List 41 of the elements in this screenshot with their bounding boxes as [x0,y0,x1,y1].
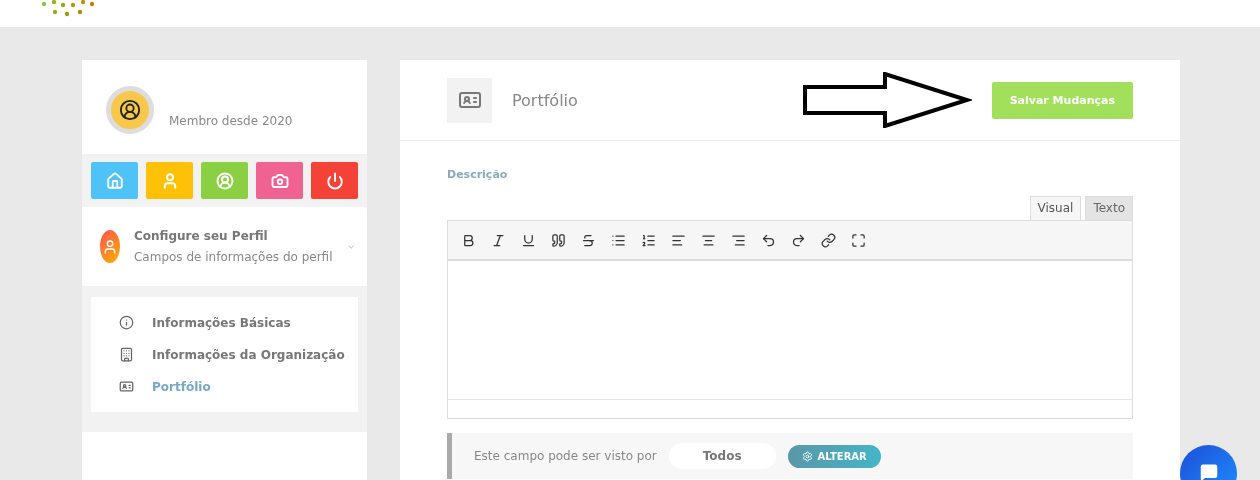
section-title: Configure seu Perfil [134,229,269,243]
logo-icon [40,0,96,17]
align-left-icon[interactable] [670,232,686,248]
editor-tab[interactable]: Texto [1085,196,1133,220]
bullet-list-icon[interactable] [610,232,626,248]
info-icon [119,315,134,330]
nav-link[interactable]: Portfólio [119,379,358,394]
power-button[interactable] [311,162,358,199]
redo-icon[interactable] [790,232,806,248]
page-title: Portfólio [512,90,579,110]
align-right-icon[interactable] [730,232,746,248]
quote-icon[interactable] [550,232,566,248]
home-icon [105,171,124,190]
visibility-text: Este campo pode ser visto por [474,449,657,463]
nav-link[interactable]: Informações da Organização [119,347,358,362]
underline-icon[interactable] [520,232,536,248]
user-icon [102,238,118,255]
camera-icon [270,171,289,190]
user-circle-icon [215,171,234,190]
power-icon [325,171,344,190]
italic-icon[interactable] [490,232,506,248]
user-icon [119,99,141,121]
gear-icon [801,450,813,462]
id-card-icon [119,379,134,394]
nav-link[interactable]: Informações Básicas [119,315,358,330]
undo-icon[interactable] [760,232,776,248]
editor-tab[interactable]: Visual [1029,196,1082,220]
visibility-value: Todos [668,443,776,469]
align-center-icon[interactable] [700,232,716,248]
building-icon [119,347,134,362]
change-button[interactable]: ALTERAR [787,444,881,468]
numbered-list-icon[interactable] [640,232,656,248]
fullscreen-icon[interactable] [850,232,866,248]
section-subtitle: Campos de informações do perfil [134,250,333,264]
arrow-icon [801,72,972,128]
link-icon[interactable] [820,232,836,248]
member-since: Membro desde 2020 [169,114,293,130]
chat-icon [1199,463,1218,480]
field-label: Descrição [447,168,508,181]
camera-button[interactable] [256,162,303,199]
strikethrough-icon[interactable] [580,232,596,248]
